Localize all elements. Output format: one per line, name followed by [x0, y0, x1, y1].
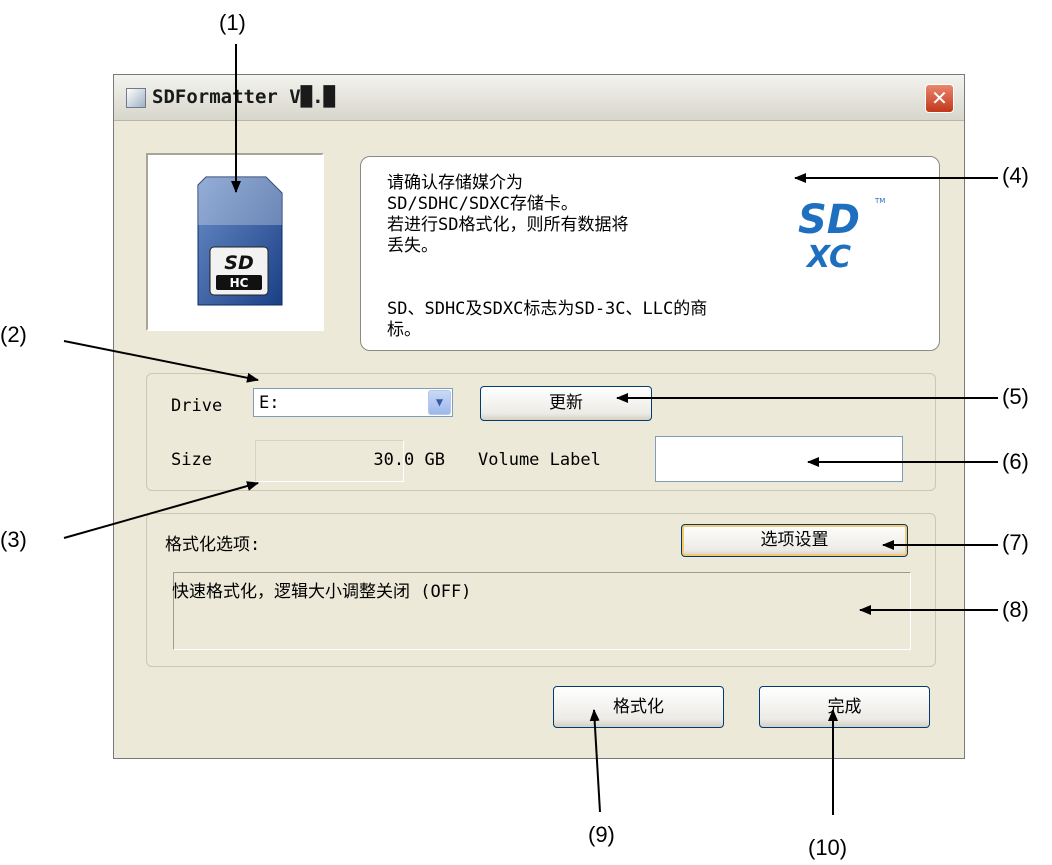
format-options-label: 格式化选项: [165, 535, 261, 555]
message-line: SD/SDHC/SDXC存储卡。 [387, 194, 578, 214]
exit-button[interactable]: 完成 [759, 686, 930, 728]
window-title: SDFormatter V█.█ [152, 86, 336, 108]
volume-label-text: Volume Label [478, 450, 601, 470]
title-bar[interactable]: SDFormatter V█.█ ✕ [114, 75, 964, 121]
sdxc-logo-tm: TM [874, 197, 885, 205]
hc-logo-text: HC [230, 276, 249, 290]
refresh-button[interactable]: 更新 [480, 386, 652, 421]
callout-label-9: (9) [588, 822, 615, 847]
callout-label-7: (7) [1002, 530, 1029, 555]
callout-label-5: (5) [1002, 384, 1029, 409]
format-options-display: 快速格式化，逻辑大小调整关闭 (OFF) [172, 572, 911, 650]
chevron-down-icon: ▼ [435, 395, 444, 409]
option-settings-label: 选项设置 [760, 530, 829, 550]
message-line: 若进行SD格式化，则所有数据将 [387, 215, 629, 235]
close-button[interactable]: ✕ [925, 84, 954, 113]
drive-select[interactable]: E: ▼ [253, 388, 453, 417]
sdformatter-window: SDFormatter V█.█ ✕ SD HC 请确认存储媒介为 SD/SDH… [113, 74, 965, 759]
sd-card-icon: SD HC [197, 176, 283, 306]
drive-dropdown-button[interactable]: ▼ [428, 390, 451, 415]
format-button[interactable]: 格式化 [553, 686, 724, 728]
sd-card-image: SD HC [146, 153, 324, 331]
drive-group: Drive E: ▼ 更新 Size 30.0 GB Volume Label [146, 373, 936, 491]
format-button-label: 格式化 [613, 697, 664, 717]
callout-label-6: (6) [1002, 449, 1029, 474]
sd-logo-text: SD [224, 252, 253, 274]
trademark-line: SD、SDHC及SDXC标志为SD-3C、LLC的商 [387, 299, 708, 319]
callout-label-2: (2) [0, 322, 27, 347]
app-icon[interactable] [126, 88, 146, 108]
trademark-notice: SD、SDHC及SDXC标志为SD-3C、LLC的商 标。 [387, 299, 867, 341]
dialog-body: SD HC 请确认存储媒介为 SD/SDHC/SDXC存储卡。 若进行SD格式化… [114, 121, 964, 758]
message-line: 丢失。 [387, 236, 438, 256]
message-line: 请确认存储媒介为 [387, 173, 523, 193]
sdxc-logo-bottom: XC [805, 240, 851, 275]
callout-label-8: (8) [1002, 597, 1029, 622]
callout-label-10: (10) [808, 835, 848, 860]
size-value: 30.0 GB [373, 450, 445, 470]
close-icon: ✕ [931, 86, 948, 110]
refresh-button-label: 更新 [549, 393, 583, 413]
warning-message: 请确认存储媒介为 SD/SDHC/SDXC存储卡。 若进行SD格式化，则所有数据… [387, 173, 787, 257]
size-label: Size [171, 450, 212, 470]
trademark-line: 标。 [387, 320, 421, 340]
callout-label-3: (3) [0, 527, 27, 552]
sdxc-logo-top: SD [798, 197, 860, 243]
drive-select-value: E: [259, 393, 280, 413]
info-panel: 请确认存储媒介为 SD/SDHC/SDXC存储卡。 若进行SD格式化，则所有数据… [360, 156, 940, 351]
drive-label: Drive [171, 396, 223, 416]
size-field: 30.0 GB [255, 440, 445, 482]
exit-button-label: 完成 [827, 697, 862, 717]
sdxc-logo: SD XC TM [798, 197, 885, 275]
volume-label-input[interactable] [655, 436, 903, 482]
callout-label-1: (1) [219, 10, 246, 35]
format-options-group: 格式化选项: 选项设置 快速格式化，逻辑大小调整关闭 (OFF) [146, 513, 936, 667]
option-settings-button[interactable]: 选项设置 [681, 524, 908, 557]
callout-label-4: (4) [1002, 163, 1029, 188]
format-options-summary: 快速格式化，逻辑大小调整关闭 (OFF) [172, 582, 472, 602]
